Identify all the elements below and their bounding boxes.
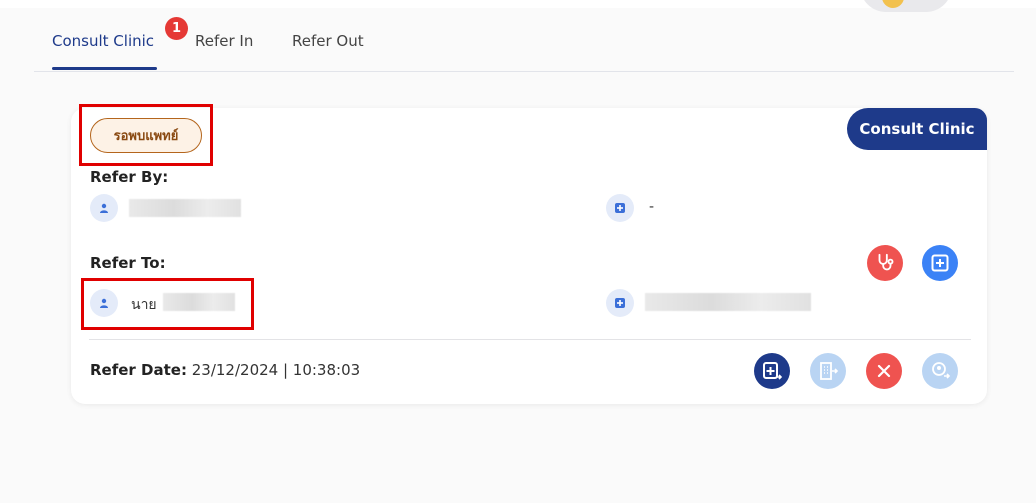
cancel-button[interactable] [866, 353, 902, 389]
refer-date-label: Refer Date: [90, 361, 187, 379]
consult-doctor-button[interactable] [867, 245, 903, 281]
card-divider [89, 339, 971, 340]
tab-bar: Consult Clinic 1 Refer In Refer Out [34, 17, 1014, 72]
transfer-in-icon [763, 362, 783, 380]
tab-refer-in[interactable]: Refer In [195, 32, 253, 50]
refer-date-value: 23/12/2024 | 10:38:03 [191, 361, 361, 379]
refer-by-label: Refer By: [90, 168, 169, 186]
top-corner-decoration [860, 0, 952, 12]
refer-card: Consult Clinic รอพบแพทย์ Refer By: - Ref… [71, 104, 987, 404]
notification-badge: 1 [165, 17, 188, 40]
hospital-plus-icon [606, 289, 634, 317]
refer-by-hospital-value: - [649, 199, 655, 215]
refer-to-hospital-redacted [645, 293, 811, 311]
tab-consult-clinic[interactable]: Consult Clinic [52, 32, 154, 50]
yellow-decoration [882, 0, 904, 8]
highlight-box-status [79, 104, 213, 166]
doctor-arrow-icon [932, 362, 951, 379]
tab-refer-out[interactable]: Refer Out [292, 32, 364, 50]
card-type-tag: Consult Clinic [847, 108, 987, 150]
person-icon [90, 194, 118, 222]
refer-by-name-redacted [129, 199, 241, 217]
refer-date-row: Refer Date: 23/12/2024 | 10:38:03 [90, 361, 360, 379]
page: Consult Clinic 1 Refer In Refer Out Cons… [0, 0, 1036, 503]
refer-to-label: Refer To: [90, 254, 166, 272]
hospital-plus-icon [606, 194, 634, 222]
refer-doctor-button[interactable] [922, 353, 958, 389]
refer-out-hospital-button[interactable] [810, 353, 846, 389]
stethoscope-icon [878, 253, 894, 271]
building-arrow-icon [820, 362, 839, 380]
active-tab-indicator [52, 67, 157, 70]
close-icon [877, 364, 891, 378]
plus-square-icon [931, 254, 949, 272]
add-button[interactable] [922, 245, 958, 281]
highlight-box-refer-to [81, 278, 254, 330]
transfer-in-button[interactable] [754, 353, 790, 389]
